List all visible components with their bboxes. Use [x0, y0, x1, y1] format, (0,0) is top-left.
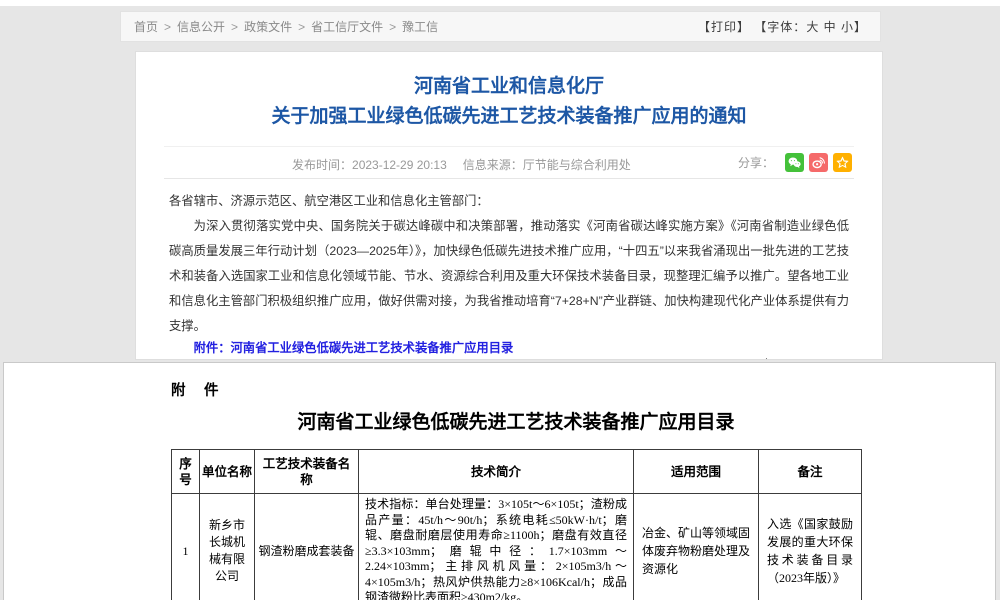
document-date: 2023年12月29日	[169, 357, 849, 360]
breadcrumb-separator: >	[164, 20, 171, 34]
publish-time-label: 发布时间：	[292, 158, 352, 172]
share-controls: 分享：	[738, 153, 852, 172]
star-favorite-icon[interactable]	[833, 153, 852, 172]
document-body: 各省辖市、济源示范区、航空港区工业和信息化主管部门： 为深入贯彻落实党中央、国务…	[169, 189, 849, 360]
document-panel: 河南省工业和信息化厅 关于加强工业绿色低碳先进工艺技术装备推广应用的通知 发布时…	[135, 51, 883, 360]
print-button[interactable]: 【打印】	[698, 20, 750, 34]
col-header-company: 单位名称	[200, 450, 255, 494]
font-size-label: 【字体：	[754, 20, 806, 34]
col-header-scope: 适用范围	[634, 450, 759, 494]
catalog-table: 序号 单位名称 工艺技术装备名称 技术简介 适用范围 备注 1 新乡市长城机械有…	[171, 449, 862, 600]
document-meta-bar: 发布时间：2023-12-29 20:13 信息来源：厅节能与综合利用处 分享：	[164, 146, 854, 179]
attachment-preview-panel: 附 件 河南省工业绿色低碳先进工艺技术装备推广应用目录 序号 单位名称 工艺技术…	[3, 362, 996, 600]
weibo-share-icon[interactable]	[809, 153, 828, 172]
breadcrumb-separator: >	[389, 20, 396, 34]
document-title-line2: 关于加强工业绿色低碳先进工艺技术装备推广应用的通知	[136, 102, 882, 132]
publish-time-value: 2023-12-29 20:13	[352, 158, 447, 172]
font-size-label-close: 】	[854, 20, 867, 34]
col-header-intro: 技术简介	[359, 450, 634, 494]
page-toolbar: 【打印】 【字体：大 中 小】	[698, 18, 867, 35]
breadcrumb-item-home[interactable]: 首页	[134, 18, 158, 35]
cell-company: 新乡市长城机械有限公司	[200, 494, 255, 600]
wechat-share-icon[interactable]	[785, 153, 804, 172]
page-top-strip	[0, 0, 1000, 6]
cell-serial: 1	[172, 494, 200, 600]
body-paragraph: 为深入贯彻落实党中央、国务院关于碳达峰碳中和决策部署，推动落实《河南省碳达峰实施…	[169, 214, 849, 339]
table-row: 1 新乡市长城机械有限公司 钢渣粉磨成套装备 技术指标：单台处理量：3×105t…	[172, 494, 862, 600]
font-size-options[interactable]: 大 中 小	[806, 20, 854, 34]
attachment-table-title: 河南省工业绿色低碳先进工艺技术装备推广应用目录	[171, 407, 861, 434]
cell-intro: 技术指标：单台处理量：3×105t～6×105t；渣粉成品产量：45t/h～90…	[359, 494, 634, 600]
breadcrumb-separator: >	[298, 20, 305, 34]
col-header-equipment: 工艺技术装备名称	[255, 450, 359, 494]
breadcrumb-item-info-disclosure[interactable]: 信息公开	[177, 18, 225, 35]
breadcrumb-item-yugongxin[interactable]: 豫工信	[402, 18, 438, 35]
document-meta-text: 发布时间：2023-12-29 20:13 信息来源：厅节能与综合利用处	[292, 156, 631, 173]
cell-scope: 冶金、矿山等领域固体废弃物粉磨处理及资源化	[634, 494, 759, 600]
attachment-link[interactable]: 附件：河南省工业绿色低碳先进工艺技术装备推广应用目录	[169, 339, 849, 357]
salutation-line: 各省辖市、济源示范区、航空港区工业和信息化主管部门：	[169, 189, 849, 214]
breadcrumb-separator: >	[231, 20, 238, 34]
share-label: 分享：	[738, 154, 774, 171]
attachment-heading: 附 件	[171, 379, 221, 400]
font-size-control[interactable]: 【字体：大 中 小】	[754, 20, 867, 34]
breadcrumb-item-dept-documents[interactable]: 省工信厅文件	[311, 18, 383, 35]
breadcrumb-item-policy-documents[interactable]: 政策文件	[244, 18, 292, 35]
breadcrumb-bar: 首页 > 信息公开 > 政策文件 > 省工信厅文件 > 豫工信 【打印】 【字体…	[120, 11, 881, 42]
col-header-note: 备注	[759, 450, 862, 494]
source-value: 厅节能与综合利用处	[523, 158, 631, 172]
source-label: 信息来源：	[463, 158, 523, 172]
cell-note: 入选《国家鼓励发展的重大环保技术装备目录（2023年版）》	[759, 494, 862, 600]
table-header-row: 序号 单位名称 工艺技术装备名称 技术简介 适用范围 备注	[172, 450, 862, 494]
cell-equipment: 钢渣粉磨成套装备	[255, 494, 359, 600]
col-header-serial: 序号	[172, 450, 200, 494]
document-title-line1: 河南省工业和信息化厅	[136, 72, 882, 102]
